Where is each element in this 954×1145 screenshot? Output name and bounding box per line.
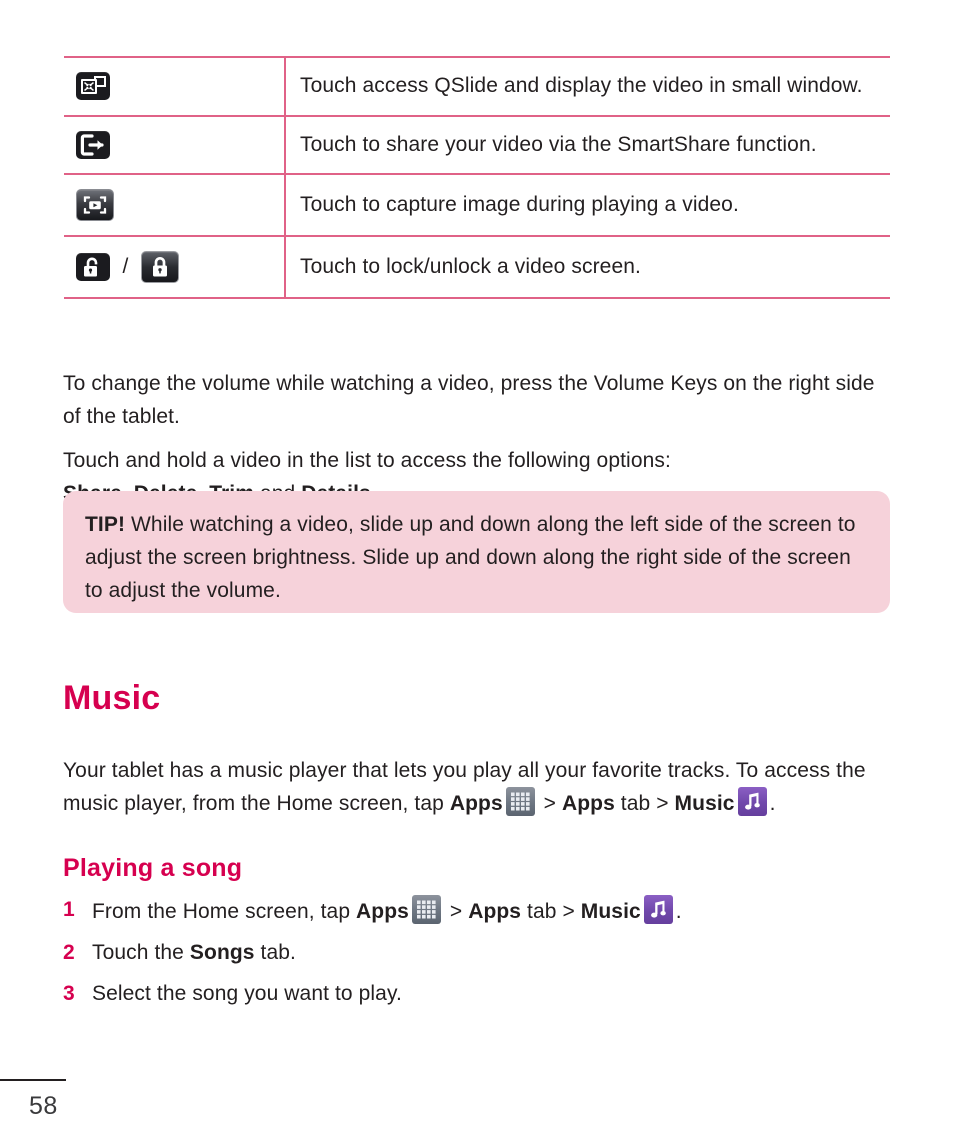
music-note-icon	[643, 895, 673, 924]
step1-suffix: .	[675, 900, 682, 923]
step1-prefix: From the Home screen, tap	[92, 900, 357, 923]
table-cell-description: Touch to lock/unlock a video screen.	[300, 254, 641, 278]
music-label: Music	[674, 792, 735, 815]
list-item: 1 From the Home screen, tap Apps > Apps …	[63, 895, 895, 927]
tip-paragraph: TIP! While watching a video, slide up an…	[85, 508, 866, 607]
lock-icon	[140, 251, 179, 284]
music-note-icon	[737, 787, 767, 816]
step1-music-label: Music	[580, 900, 641, 923]
icon-description-table: Touch access QSlide and display the vide…	[64, 56, 890, 299]
table-row: Touch to share your video via the SmartS…	[64, 115, 890, 175]
tip-label: TIP!	[85, 513, 126, 536]
paragraph-music-intro: Your tablet has a music player that lets…	[63, 754, 895, 820]
step-number: 1	[63, 898, 75, 921]
tab-word: tab >	[614, 792, 675, 815]
table-row: Touch access QSlide and display the vide…	[64, 57, 890, 116]
step-text: From the Home screen, tap Apps > Apps ta…	[92, 895, 682, 927]
touch-hold-intro: Touch and hold a video in the list to ac…	[63, 449, 671, 472]
table-row: / Touch to lock/unlock a video screen.	[64, 236, 890, 299]
step-number: 3	[63, 982, 75, 1005]
qslide-icon	[76, 72, 110, 101]
step1-tab-word: tab >	[521, 900, 581, 923]
manual-page: Touch access QSlide and display the vide…	[0, 0, 954, 1145]
section-heading-playing-a-song: Playing a song	[63, 854, 243, 882]
step1-apps-label-2: Apps	[468, 900, 522, 923]
gt-sep-1: >	[537, 792, 562, 815]
step1-sep-1: >	[443, 900, 469, 923]
apps-label-2: Apps	[561, 792, 615, 815]
paragraph-volume: To change the volume while watching a vi…	[63, 372, 875, 428]
music-intro-period: .	[769, 792, 776, 815]
apps-label-1: Apps	[449, 792, 503, 815]
step2-prefix: Touch the	[92, 941, 190, 964]
unlock-icon	[76, 253, 110, 282]
list-item: 2 Touch the Songs tab.	[63, 938, 895, 968]
table-row: Touch to capture image during playing a …	[64, 174, 890, 237]
footer-divider	[0, 1079, 66, 1081]
step1-apps-label: Apps	[356, 900, 409, 923]
step-text: Select the song you want to play.	[92, 979, 402, 1009]
tip-callout-box: TIP! While watching a video, slide up an…	[63, 491, 890, 613]
step-text: Touch the Songs tab.	[92, 938, 296, 968]
page-number: 58	[29, 1092, 58, 1120]
page-title-music: Music	[63, 679, 161, 717]
apps-grid-icon	[505, 787, 535, 816]
table-cell-icon: /	[64, 236, 286, 299]
smartshare-icon	[76, 130, 110, 159]
capture-image-icon	[76, 189, 114, 222]
table-cell-description: Touch to capture image during playing a …	[300, 192, 739, 216]
steps-list: 1 From the Home screen, tap Apps > Apps …	[63, 895, 895, 1020]
step2-songs-label: Songs	[189, 941, 255, 964]
step3-prefix: Select the song you want to play.	[92, 982, 402, 1005]
table-cell-icon	[64, 115, 286, 175]
tip-text: While watching a video, slide up and dow…	[85, 513, 856, 602]
icon-separator: /	[122, 255, 129, 279]
table-cell-description: Touch to share your video via the SmartS…	[300, 132, 817, 156]
table-cell-description: Touch access QSlide and display the vide…	[300, 74, 863, 97]
table-cell-icon	[64, 174, 286, 237]
step-number: 2	[63, 941, 75, 964]
list-item: 3 Select the song you want to play.	[63, 979, 895, 1009]
apps-grid-icon	[411, 895, 441, 924]
table-cell-icon	[64, 57, 286, 116]
step2-suffix: tab.	[254, 941, 296, 964]
